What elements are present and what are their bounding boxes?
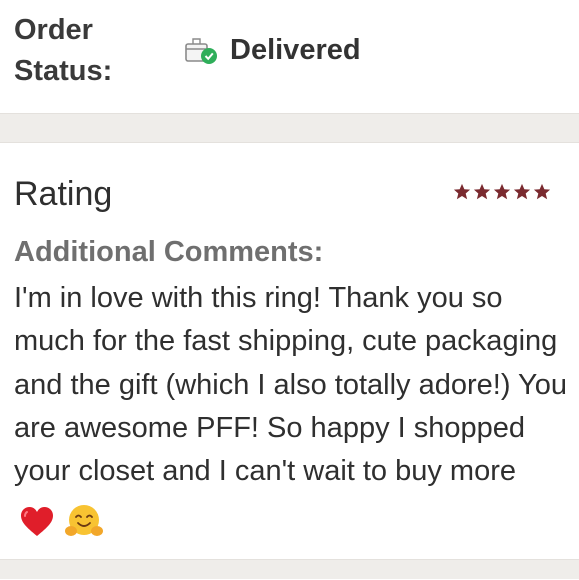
- star-icon: [513, 183, 531, 200]
- order-status-label-line1: Order: [14, 14, 93, 46]
- rating-label: Rating: [14, 175, 113, 213]
- emoji-group: [20, 499, 104, 542]
- comments-heading: Additional Comments:: [14, 236, 324, 268]
- rating-stars: [453, 183, 551, 201]
- order-status-label: Order Status:: [14, 10, 112, 92]
- star-icon: [533, 183, 551, 200]
- comments-body: I'm in love with this ring! Thank you so…: [14, 277, 569, 543]
- order-status-value: Delivered: [184, 34, 361, 67]
- star-icon: [473, 183, 491, 200]
- bottom-band: [0, 559, 579, 579]
- star-icon: [453, 183, 471, 200]
- star-icon: [493, 183, 511, 200]
- order-status-text: Delivered: [230, 34, 361, 66]
- order-status-section: Order Status: Delivered: [0, 0, 579, 113]
- red-heart-icon: [21, 506, 53, 536]
- package-delivered-icon: [185, 37, 217, 64]
- review-section: Rating Additional Comments: I'm in love …: [0, 143, 579, 559]
- hugging-face-icon: [65, 504, 104, 536]
- section-divider: [0, 113, 579, 143]
- comments-text: I'm in love with this ring! Thank you so…: [14, 282, 567, 488]
- order-status-label-line2: Status:: [14, 55, 113, 87]
